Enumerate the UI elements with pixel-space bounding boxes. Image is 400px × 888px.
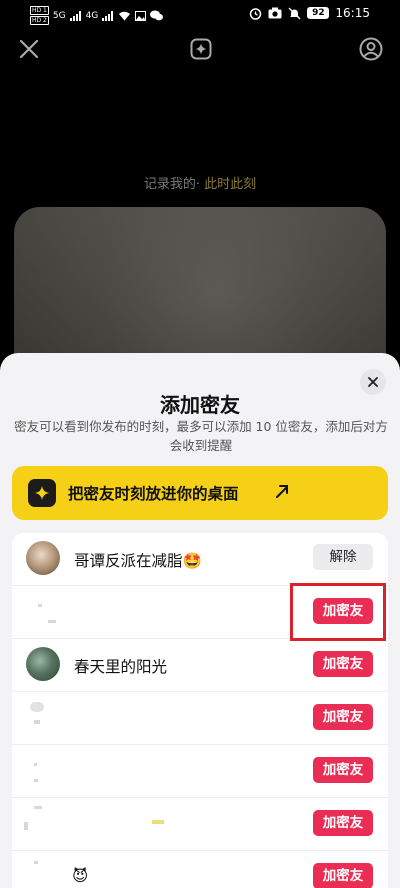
signal-icon-2 (102, 10, 114, 21)
friend-name: 春天里的阳光 (74, 658, 168, 676)
avatar (26, 647, 60, 681)
sim1-tag: HD 1 (30, 6, 49, 15)
blurred-detail (152, 820, 164, 824)
blurred-avatar (24, 822, 28, 830)
top-bar (0, 34, 400, 64)
blurred-avatar (34, 720, 40, 724)
image-notification-icon (135, 10, 147, 21)
bell-off-icon (288, 7, 301, 19)
remove-friend-button[interactable]: 解除 (313, 544, 373, 570)
sheet-description: 密友可以看到你发布的时刻，最多可以添加 10 位密友，添加后对方会收到提醒 (14, 419, 388, 453)
camera-icon (268, 7, 282, 19)
friend-row: 😈 加密友 (12, 851, 388, 888)
add-friend-button[interactable]: 加密友 (313, 651, 373, 677)
friend-row: 加密友 (12, 745, 388, 798)
add-friend-button[interactable]: 加密友 (313, 757, 373, 783)
status-left: HD 1 HD 2 5G 4G (30, 6, 164, 25)
wechat-icon (150, 10, 164, 21)
friend-row: 加密友 (12, 798, 388, 851)
add-to-desktop-label: 把密友时刻放进你的桌面 (68, 485, 239, 503)
sparkle-icon[interactable] (190, 38, 212, 60)
record-label: 记录我的· 此时此刻 (0, 173, 400, 192)
friend-row: 哥谭反派在减脂🤩 解除 (12, 533, 388, 586)
wifi-icon (119, 11, 131, 20)
status-time: 16:15 (335, 6, 370, 20)
record-label-accent: · 此时此刻 (195, 177, 257, 192)
avatar (26, 541, 60, 575)
network-5g-label: 5G (52, 10, 66, 21)
arrow-up-right-icon (276, 485, 288, 498)
signal-icon (69, 10, 81, 21)
blurred-avatar (34, 779, 38, 782)
add-friend-button[interactable]: 加密友 (313, 704, 373, 730)
blurred-avatar (34, 763, 37, 766)
sim2-tag: HD 2 (30, 16, 49, 25)
blurred-avatar (30, 702, 44, 712)
blurred-avatar (34, 806, 42, 809)
record-label-prefix: 记录我的 (143, 177, 196, 192)
sheet-title: 添加密友 (160, 393, 240, 417)
add-to-desktop-banner[interactable]: 把密友时刻放进你的桌面 (12, 466, 388, 520)
sparkle-icon (28, 479, 56, 507)
annotation-highlight-box (290, 583, 386, 641)
profile-icon[interactable] (359, 37, 383, 61)
friend-row: 春天里的阳光 加密友 (12, 639, 388, 692)
add-friend-button[interactable]: 加密友 (313, 810, 373, 836)
alarm-icon (250, 7, 262, 20)
blurred-avatar (34, 861, 38, 864)
blurred-avatar (38, 604, 42, 607)
friend-name: 哥谭反派在减脂🤩 (74, 552, 202, 570)
friend-row: 加密友 (12, 692, 388, 745)
close-icon (368, 377, 378, 387)
add-friend-button[interactable]: 加密友 (313, 863, 373, 888)
network-4g-label: 4G (85, 10, 99, 21)
battery-indicator: 92 (307, 7, 330, 19)
close-icon[interactable] (18, 38, 40, 60)
friend-name: 😈 (72, 867, 89, 885)
status-bar: HD 1 HD 2 5G 4G 92 16:15 (0, 0, 400, 30)
blurred-avatar (48, 620, 56, 623)
status-right: 92 16:15 (249, 6, 370, 20)
